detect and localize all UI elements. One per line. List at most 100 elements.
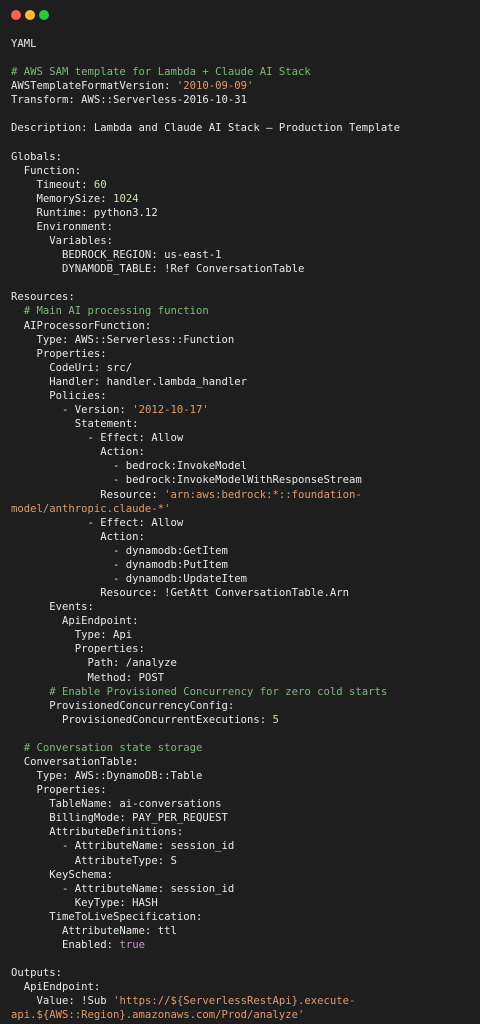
- code-text: ConversationTable:: [11, 755, 139, 768]
- code-text: ProvisionedConcurrencyConfig:: [11, 699, 235, 712]
- code-text: ApiEndpoint:: [11, 615, 139, 628]
- code-text: Path: /analyze: [11, 657, 177, 670]
- code-text: Transform: AWS::Serverless-2016-10-31: [11, 94, 247, 107]
- code-line: AWSTemplateFormatVersion: '2010-09-09': [11, 79, 473, 93]
- code-text: AttributeDefinitions:: [11, 826, 184, 839]
- code-text: - dynamodb:PutItem: [11, 558, 228, 571]
- code-line: Environment:: [11, 220, 473, 234]
- code-number: 5: [272, 713, 279, 726]
- code-text: - AttributeName: session_id: [11, 882, 235, 895]
- code-text: Type: AWS::DynamoDB::Table: [11, 770, 203, 783]
- code-text: ApiEndpoint:: [11, 981, 101, 994]
- code-line: - bedrock:InvokeModelWithResponseStream: [11, 473, 473, 487]
- code-comment: # AWS SAM template for Lambda + Claude A…: [11, 66, 311, 79]
- code-line: AttributeName: ttl: [11, 924, 473, 938]
- code-comment: # Enable Provisioned Concurrency for zer…: [11, 685, 388, 698]
- code-text: Type: Api: [11, 629, 133, 642]
- code-line: Globals:: [11, 150, 473, 164]
- code-text: - Version:: [11, 404, 133, 417]
- code-line: ProvisionedConcurrencyConfig:: [11, 699, 473, 713]
- code-line: Properties:: [11, 642, 473, 656]
- code-line: Statement:: [11, 417, 473, 431]
- code-line: Type: Api: [11, 628, 473, 642]
- code-window: YAML # AWS SAM template for Lambda + Clau…: [0, 0, 480, 1024]
- code-text: Runtime: python3.12: [11, 206, 158, 219]
- code-line: Action:: [11, 445, 473, 459]
- code-line: Timeout: 60: [11, 178, 473, 192]
- window-titlebar: [0, 0, 480, 30]
- code-line: AttributeType: S: [11, 854, 473, 868]
- code-line: Properties:: [11, 347, 473, 361]
- code-line: Properties:: [11, 783, 473, 797]
- code-line: - dynamodb:GetItem: [11, 544, 473, 558]
- code-line: KeySchema:: [11, 868, 473, 882]
- code-line: - dynamodb:UpdateItem: [11, 572, 473, 586]
- code-text: Description: Lambda and Claude AI Stack …: [11, 122, 401, 135]
- code-line: - AttributeName: session_id: [11, 839, 473, 853]
- code-line: YAML: [11, 37, 473, 51]
- code-line: DYNAMODB_TABLE: !Ref ConversationTable: [11, 262, 473, 276]
- code-line: # Enable Provisioned Concurrency for zer…: [11, 685, 473, 699]
- code-text: TableName: ai-conversations: [11, 798, 222, 811]
- code-line: KeyType: HASH: [11, 896, 473, 910]
- code-text: Events:: [11, 601, 94, 614]
- code-line: # Main AI processing function: [11, 304, 473, 318]
- code-text: Value: !Sub: [11, 995, 114, 1008]
- code-number: 60: [93, 178, 107, 191]
- code-text: BillingMode: PAY_PER_REQUEST: [11, 812, 228, 825]
- code-line: # AWS SAM template for Lambda + Claude A…: [11, 65, 473, 79]
- code-text: Outputs:: [11, 967, 63, 980]
- code-line: Description: Lambda and Claude AI Stack …: [11, 121, 473, 135]
- code-line: - Effect: Allow: [11, 516, 473, 530]
- code-line: Policies:: [11, 389, 473, 403]
- code-boolean: true: [119, 939, 145, 951]
- code-string: 'arn:aws:bedrock:*::foundation-: [164, 488, 362, 501]
- code-line: MemorySize: 1024: [11, 192, 473, 206]
- code-comment: # Conversation state storage: [11, 741, 203, 754]
- code-text: Resource: !GetAtt ConversationTable.Arn: [11, 587, 350, 600]
- language-label: YAML: [11, 38, 37, 50]
- code-text: Enabled:: [11, 939, 120, 951]
- code-line: - Version: '2012-10-17': [11, 403, 473, 417]
- code-text: AttributeType: S: [11, 854, 177, 867]
- code-text: Handler: handler.lambda_handler: [11, 375, 247, 388]
- code-line: Function:: [11, 164, 473, 178]
- code-text: Function:: [11, 164, 82, 177]
- maximize-window-button[interactable]: [39, 10, 49, 20]
- code-line: Type: AWS::DynamoDB::Table: [11, 769, 473, 783]
- code-line: - dynamodb:PutItem: [11, 558, 473, 572]
- code-text: - Effect: Allow: [11, 432, 184, 445]
- code-text: DYNAMODB_TABLE: !Ref ConversationTable: [11, 263, 305, 276]
- code-text: KeyType: HASH: [11, 896, 158, 909]
- code-line: Variables:: [11, 234, 473, 248]
- code-block: YAML # AWS SAM template for Lambda + Clau…: [11, 37, 473, 1022]
- code-line: Path: /analyze: [11, 656, 473, 670]
- close-window-button[interactable]: [11, 10, 21, 20]
- code-line: BEDROCK_REGION: us-east-1: [11, 248, 473, 262]
- code-string: '2010-09-09': [176, 80, 254, 93]
- code-string: model/anthropic.claude-*': [11, 502, 171, 515]
- code-text: - Effect: Allow: [11, 516, 184, 529]
- code-text: AttributeName: ttl: [11, 924, 177, 937]
- code-line: ProvisionedConcurrentExecutions: 5: [11, 713, 473, 727]
- code-text: Type: AWS::Serverless::Function: [11, 333, 235, 346]
- code-text: Resources:: [11, 291, 75, 304]
- code-line: TableName: ai-conversations: [11, 797, 473, 811]
- code-text: CodeUri: src/: [11, 361, 133, 374]
- code-line: AttributeDefinitions:: [11, 825, 473, 839]
- code-line: TimeToLiveSpecification:: [11, 910, 473, 924]
- code-line: - Effect: Allow: [11, 431, 473, 445]
- code-line: Resource: 'arn:aws:bedrock:*::foundation…: [11, 488, 473, 502]
- code-string: api.${AWS::Region}.amazonaws.com/Prod/an…: [11, 1009, 305, 1022]
- code-line: Enabled: true: [11, 938, 473, 952]
- code-text: - dynamodb:UpdateItem: [11, 572, 247, 585]
- code-line: ApiEndpoint:: [11, 614, 473, 628]
- minimize-window-button[interactable]: [25, 10, 35, 20]
- code-text: Action:: [11, 446, 145, 459]
- code-line: ApiEndpoint:: [11, 980, 473, 994]
